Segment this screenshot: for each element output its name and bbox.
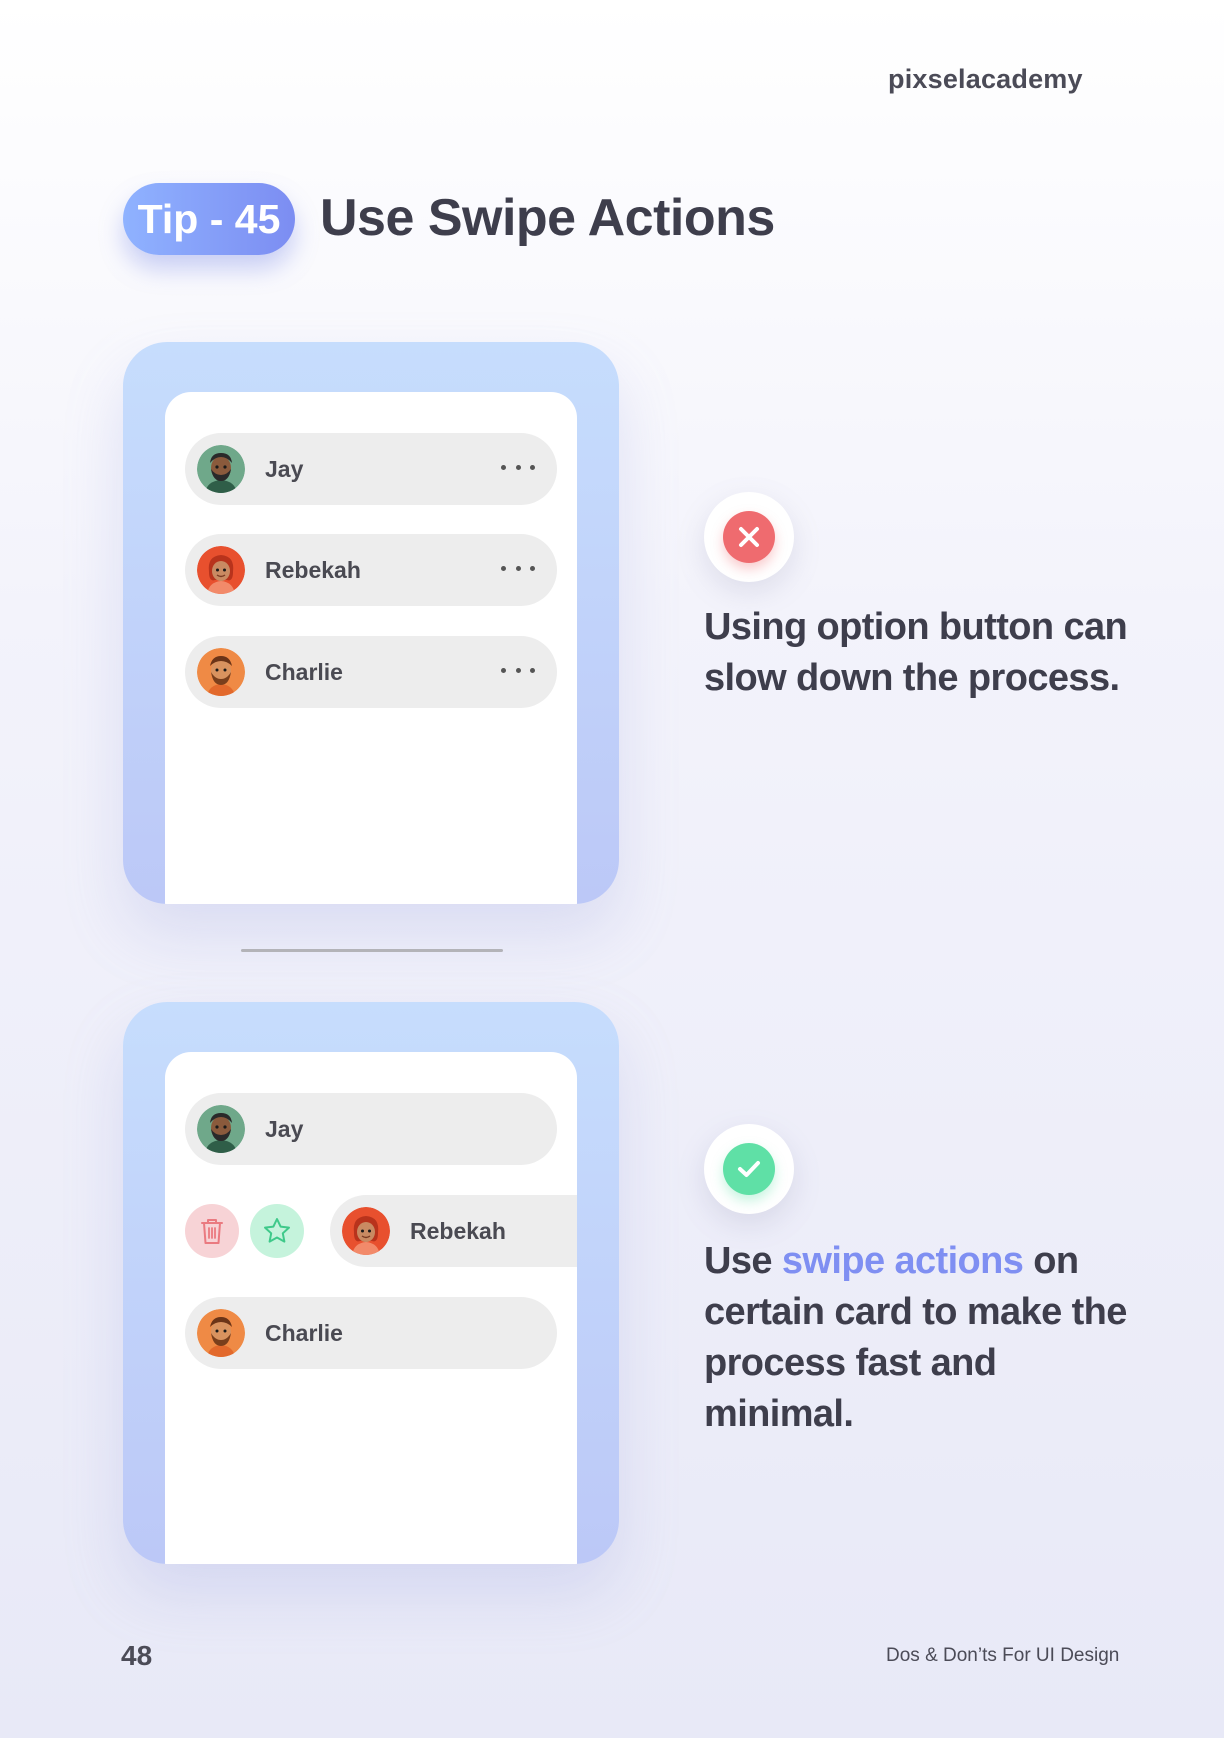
trash-icon[interactable] [185, 1204, 239, 1258]
check-icon [723, 1143, 775, 1195]
contact-row-charlie[interactable]: Charlie [185, 1297, 557, 1369]
phone-screen: Jay Rebekah Charlie [165, 1052, 577, 1564]
book-title: Dos & Don’ts For UI Design [886, 1645, 1120, 1666]
contact-name: Jay [265, 1115, 304, 1142]
caption-prefix: Use [704, 1240, 773, 1282]
avatar [342, 1207, 390, 1255]
avatar [197, 445, 245, 493]
page-title: Use Swipe Actions [320, 189, 775, 247]
contact-row-rebekah-swiped[interactable]: Rebekah [330, 1195, 577, 1267]
contact-name: Charlie [265, 658, 343, 685]
page-number: 48 [121, 1640, 153, 1671]
good-example-phone: Jay Rebekah Charlie [123, 1002, 619, 1564]
do-caption: Use swipe actions on certain card to mak… [704, 1236, 1144, 1440]
caption-accent: swipe actions [781, 1240, 1024, 1282]
avatar [197, 648, 245, 696]
contact-row-jay[interactable]: Jay [185, 1093, 557, 1165]
contact-row-charlie[interactable]: Charlie [185, 636, 557, 708]
more-options-icon[interactable] [501, 556, 535, 580]
tip-badge: Tip - 45 [123, 183, 295, 255]
contact-name: Rebekah [265, 556, 361, 583]
avatar [197, 1309, 245, 1357]
dont-status-icon [704, 492, 794, 582]
contact-row-rebekah[interactable]: Rebekah [185, 534, 557, 606]
contact-name: Jay [265, 455, 304, 482]
star-icon[interactable] [250, 1204, 304, 1258]
avatar [197, 546, 245, 594]
dont-caption: Using option button can slow down the pr… [704, 606, 1128, 699]
divider [241, 949, 503, 952]
contact-name: Rebekah [410, 1217, 506, 1244]
close-icon [723, 511, 775, 563]
contact-row-jay[interactable]: Jay [185, 433, 557, 505]
avatar [197, 1105, 245, 1153]
phone-screen: Jay Rebekah Charlie [165, 392, 577, 904]
brand-logo-text: pixselacademy [888, 64, 1083, 94]
more-options-icon[interactable] [501, 455, 535, 479]
contact-name: Charlie [265, 1319, 343, 1346]
more-options-icon[interactable] [501, 658, 535, 682]
do-status-icon [704, 1124, 794, 1214]
bad-example-phone: Jay Rebekah Charlie [123, 342, 619, 904]
